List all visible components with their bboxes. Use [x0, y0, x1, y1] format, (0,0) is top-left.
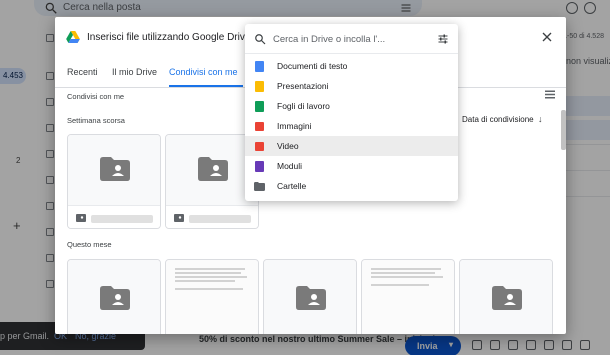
document-thumbnail: [362, 260, 454, 334]
forms-icon: [255, 161, 264, 172]
tile-thumbnail: [460, 260, 552, 334]
docs-icon: [255, 61, 264, 72]
list-view-icon[interactable]: [545, 90, 555, 99]
shared-folder-icon: [492, 286, 522, 310]
dialog-title: Inserisci file utilizzando Google Drive: [87, 32, 251, 43]
shared-folder-tile[interactable]: [67, 134, 161, 229]
drive-search-dropdown: Documenti di testo Presentazioni Fogli d…: [245, 24, 458, 201]
breadcrumb[interactable]: Condivisi con me: [67, 92, 124, 101]
scrollbar-thumb[interactable]: [561, 110, 566, 150]
tile-thumbnail: [68, 260, 160, 334]
tab-il-mio-drive[interactable]: Il mio Drive: [112, 67, 157, 77]
video-icon: [255, 142, 264, 151]
type-filter-label: Moduli: [277, 161, 303, 171]
type-filter-presentations[interactable]: Presentazioni: [245, 76, 458, 96]
shared-folder-icon: [100, 157, 130, 181]
type-filter-folders[interactable]: Cartelle: [245, 176, 458, 196]
tile-footer: [68, 205, 160, 228]
image-icon: [255, 122, 264, 131]
shared-folder-icon: [76, 214, 86, 222]
tile-footer: [166, 205, 258, 228]
folder-icon: [254, 182, 265, 191]
google-drive-logo-icon: [66, 31, 80, 43]
document-tile[interactable]: [361, 259, 455, 334]
drive-search-input[interactable]: [273, 30, 433, 48]
shared-folder-icon: [174, 214, 184, 222]
file-name-placeholder: [91, 215, 153, 223]
tab-condivisi-con-me[interactable]: Condivisi con me: [169, 67, 238, 77]
slides-icon: [255, 81, 264, 92]
search-divider: [245, 53, 458, 54]
close-icon[interactable]: [541, 31, 553, 43]
type-filter-label: Presentazioni: [277, 81, 329, 91]
type-filter-video[interactable]: Video: [245, 136, 458, 156]
search-options-icon[interactable]: [437, 33, 449, 45]
tile-thumbnail: [68, 135, 160, 205]
tile-thumbnail: [264, 260, 356, 334]
type-filter-label: Immagini: [277, 121, 312, 131]
sort-button[interactable]: Data di condivisione: [462, 115, 534, 124]
shared-folder-tile[interactable]: [263, 259, 357, 334]
shared-folder-tile[interactable]: [67, 259, 161, 334]
document-thumbnail: [166, 260, 258, 334]
type-filter-documents[interactable]: Documenti di testo: [245, 56, 458, 76]
section-heading: Settimana scorsa: [67, 116, 125, 125]
type-filter-label: Documenti di testo: [277, 61, 348, 71]
type-filter-label: Fogli di lavoro: [277, 101, 330, 111]
type-filter-label: Cartelle: [277, 181, 307, 191]
type-filter-spreadsheets[interactable]: Fogli di lavoro: [245, 96, 458, 116]
shared-folder-icon: [296, 286, 326, 310]
type-filter-forms[interactable]: Moduli: [245, 156, 458, 176]
type-filter-images[interactable]: Immagini: [245, 116, 458, 136]
sheets-icon: [255, 101, 264, 112]
shared-folder-tile[interactable]: [459, 259, 553, 334]
file-name-placeholder: [189, 215, 251, 223]
shared-folder-icon: [100, 286, 130, 310]
sort-direction-icon[interactable]: ↓: [538, 114, 543, 124]
document-tile[interactable]: [165, 259, 259, 334]
search-icon: [255, 34, 266, 45]
type-filter-label: Video: [277, 141, 299, 151]
shared-folder-icon: [198, 157, 228, 181]
section-heading: Questo mese: [67, 240, 112, 249]
tab-recenti[interactable]: Recenti: [67, 67, 98, 77]
